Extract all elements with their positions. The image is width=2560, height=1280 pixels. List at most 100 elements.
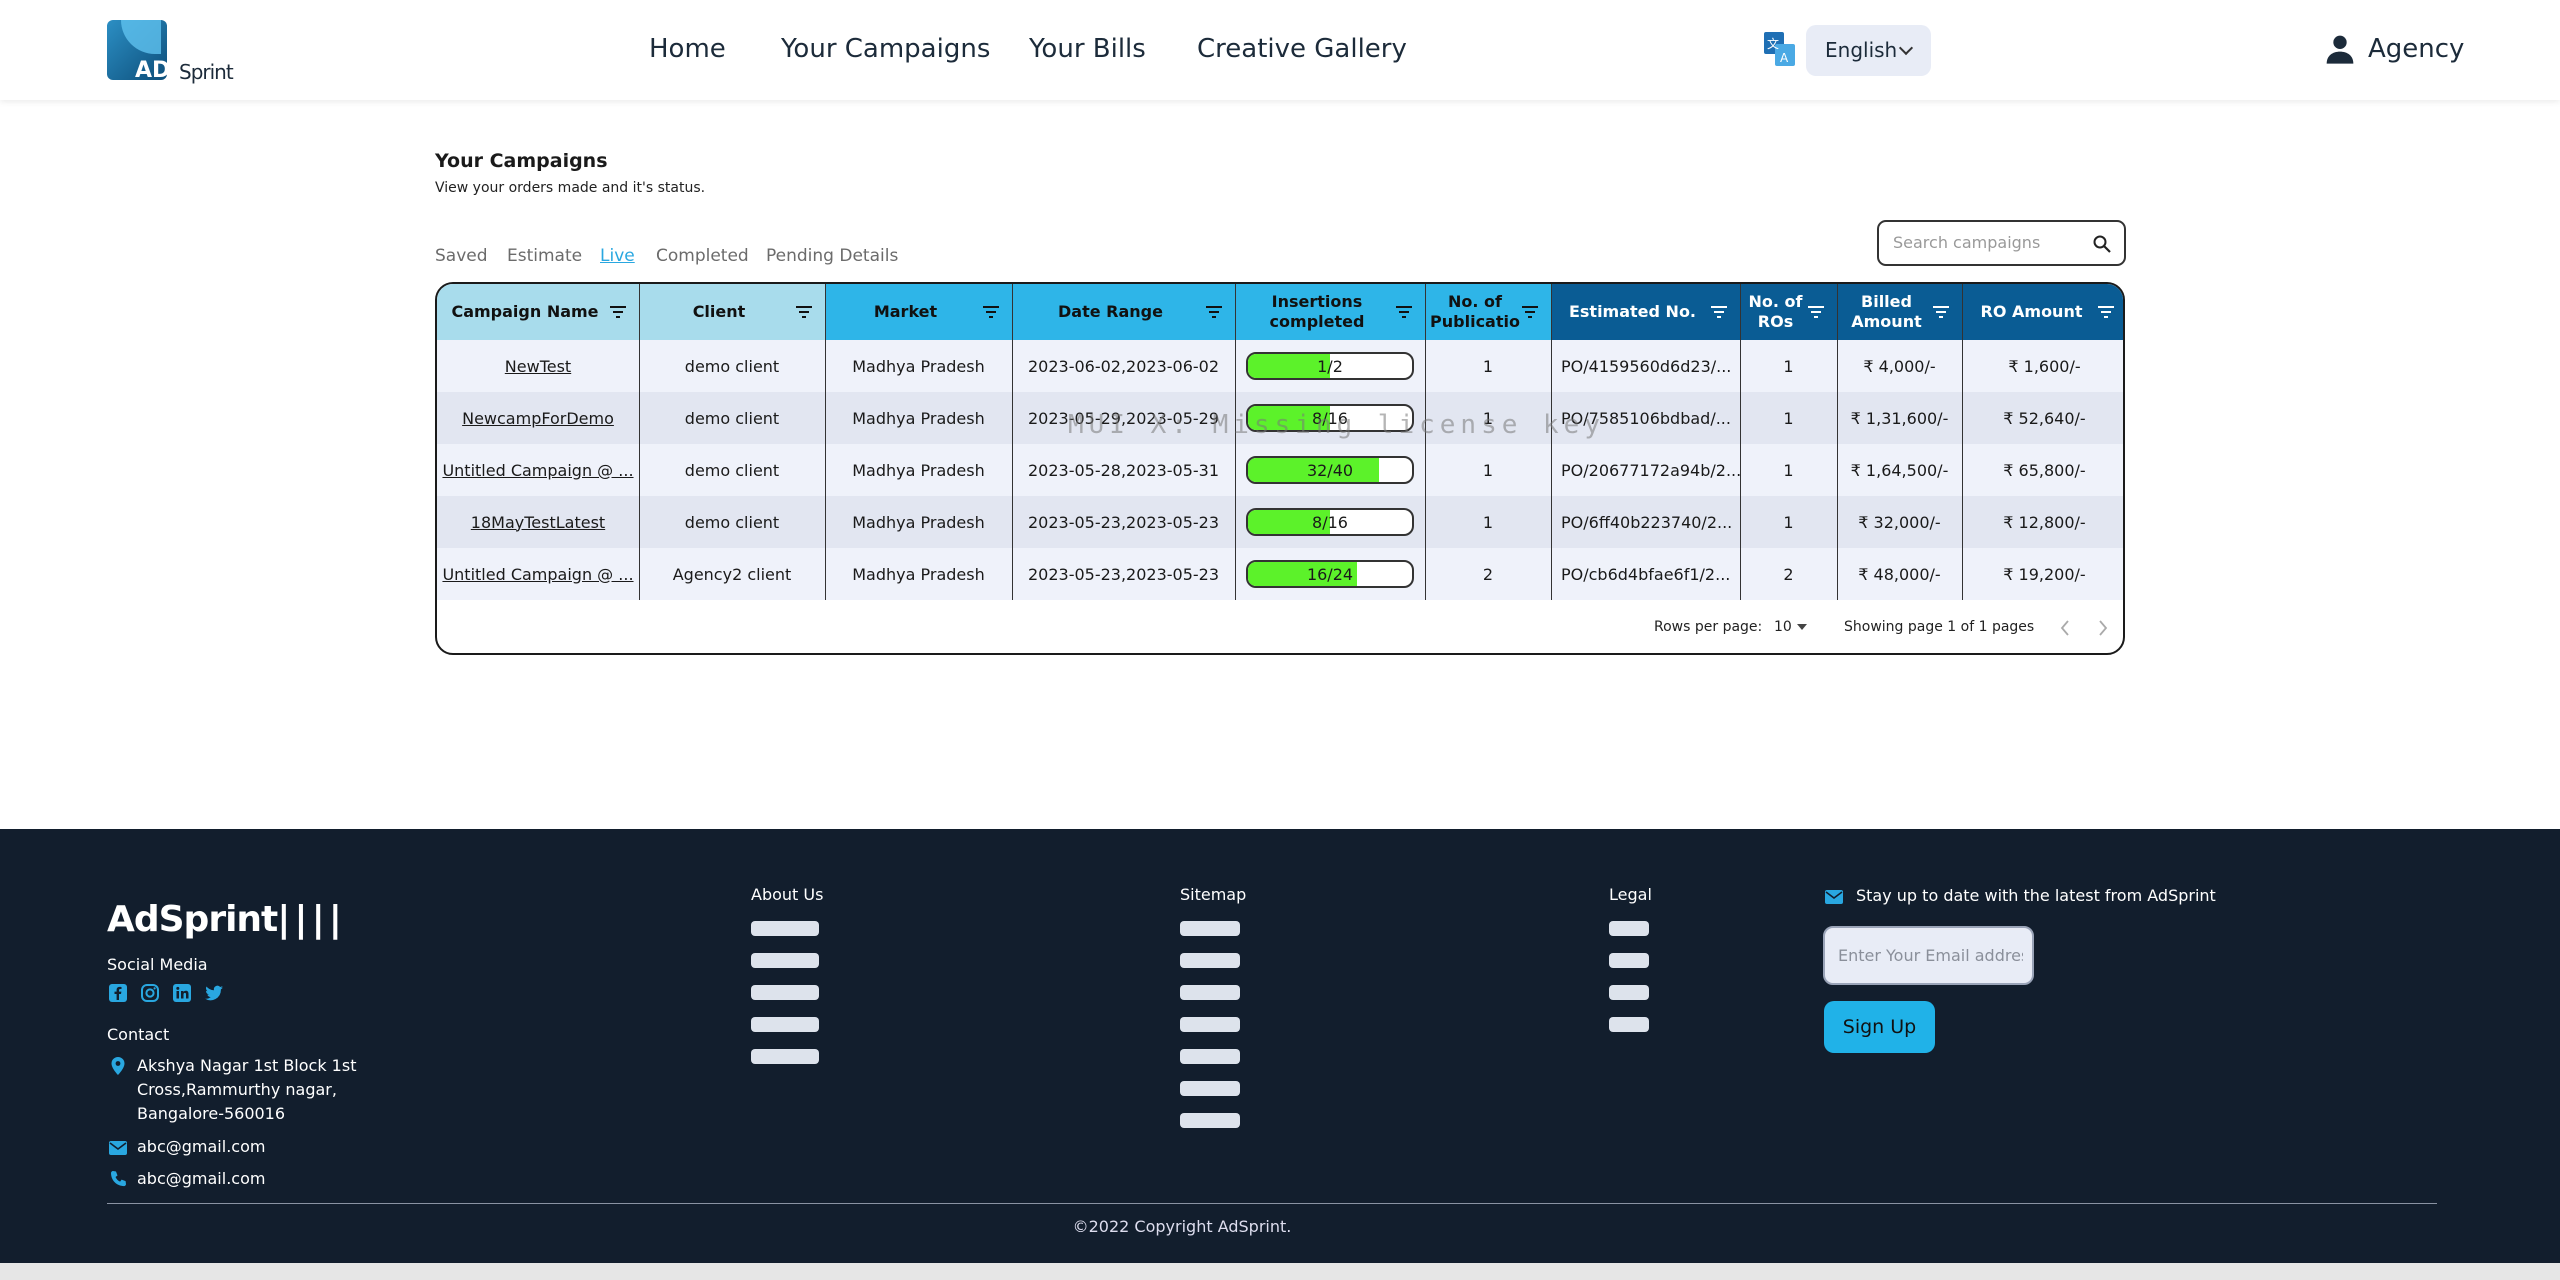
table-row[interactable]: NewTest demo client Madhya Pradesh 2023-06-… <box>437 340 2123 392</box>
column-header-market[interactable]: Market <box>825 284 1012 340</box>
about-us-link-placeholder[interactable] <box>751 985 819 1000</box>
cell-ro-amount: ₹ 52,640/- <box>2003 408 2086 428</box>
filter-icon[interactable] <box>1521 304 1539 320</box>
prev-page-icon[interactable] <box>2058 618 2072 638</box>
column-header-label: RO Amount <box>1980 302 2083 321</box>
column-divider <box>1425 284 1426 600</box>
search-input[interactable] <box>1893 233 2083 252</box>
person-icon[interactable] <box>2324 33 2356 65</box>
footer: AdSprint|||| Social Media Contact Akshya… <box>0 829 2560 1280</box>
about-us-title: About Us <box>751 885 824 904</box>
nav-your-campaigns[interactable]: Your Campaigns <box>781 34 990 64</box>
footer-brand-text: AdSprint <box>107 899 278 940</box>
twitter-icon[interactable] <box>204 983 224 1003</box>
instagram-icon[interactable] <box>140 983 160 1003</box>
nav-home[interactable]: Home <box>649 34 726 64</box>
column-header-no-of-publications[interactable]: No. of Publicatio <box>1425 284 1551 340</box>
table-row[interactable]: Untitled Campaign @ ... Agency2 client Mad… <box>437 548 2123 600</box>
sitemap-link-placeholder[interactable] <box>1180 985 1240 1000</box>
cell-ro-amount: ₹ 1,600/- <box>2008 356 2081 376</box>
tab-pending-details[interactable]: Pending Details <box>766 246 898 266</box>
footer-phone[interactable]: abc@gmail.com <box>137 1167 265 1191</box>
facebook-icon[interactable] <box>108 983 128 1003</box>
filter-icon[interactable] <box>2097 304 2115 320</box>
about-us-link-placeholder[interactable] <box>751 953 819 968</box>
user-account-label[interactable]: Agency <box>2368 34 2464 64</box>
nav-creative-gallery[interactable]: Creative Gallery <box>1197 34 1407 64</box>
sitemap-link-placeholder[interactable] <box>1180 953 1240 968</box>
column-header-ro-amount[interactable]: RO Amount <box>1962 284 2123 340</box>
filter-icon[interactable] <box>1807 304 1825 320</box>
column-header-label: Billed Amount <box>1851 292 1922 331</box>
column-header-billed-amount[interactable]: Billed Amount <box>1837 284 1962 340</box>
language-select[interactable]: English <box>1806 25 1931 76</box>
sitemap-link-placeholder[interactable] <box>1180 921 1240 936</box>
legal-link-placeholder[interactable] <box>1609 921 1649 936</box>
address-line-1: Akshya Nagar 1st Block 1st <box>137 1056 357 1075</box>
legal-link-placeholder[interactable] <box>1609 1017 1649 1032</box>
filter-icon[interactable] <box>1932 304 1950 320</box>
cell-campaign-name[interactable]: Untitled Campaign @ ... <box>437 548 639 600</box>
cell-no-of-ros: 1 <box>1783 460 1794 480</box>
svg-text:文: 文 <box>1767 36 1779 51</box>
sitemap-link-placeholder[interactable] <box>1180 1017 1240 1032</box>
rows-per-page-select[interactable]: 10 <box>1774 619 1792 635</box>
filter-icon[interactable] <box>1395 304 1413 320</box>
cell-client: demo client <box>684 512 780 532</box>
caret-down-icon[interactable] <box>1797 624 1807 630</box>
column-header-campaign-name[interactable]: Campaign Name <box>437 284 639 340</box>
filter-icon[interactable] <box>982 304 1000 320</box>
filter-icon[interactable] <box>609 304 627 320</box>
filter-icon[interactable] <box>1710 304 1728 320</box>
about-us-link-placeholder[interactable] <box>751 1017 819 1032</box>
tab-estimate[interactable]: Estimate <box>507 246 582 266</box>
filter-icon[interactable] <box>795 304 813 320</box>
filter-icon[interactable] <box>1205 304 1223 320</box>
sitemap-link-placeholder[interactable] <box>1180 1113 1240 1128</box>
column-divider <box>1837 284 1838 600</box>
legal-link-placeholder[interactable] <box>1609 953 1649 968</box>
table-pagination: Rows per page: 10 Showing page 1 of 1 pa… <box>437 600 2123 653</box>
about-us-link-placeholder[interactable] <box>751 921 819 936</box>
tab-saved[interactable]: Saved <box>435 246 488 266</box>
search-icon[interactable] <box>2092 234 2112 254</box>
cell-market: Madhya Pradesh <box>852 356 985 376</box>
cell-no-of-ros: 1 <box>1783 512 1794 532</box>
column-header-estimated-no[interactable]: Estimated No. <box>1551 284 1740 340</box>
column-header-label: Campaign Name <box>451 302 599 321</box>
campaigns-table: Campaign Name Client Market Date Range Inser… <box>435 282 2125 655</box>
tab-live[interactable]: Live <box>600 246 635 266</box>
column-divider <box>1962 284 1963 600</box>
column-header-client[interactable]: Client <box>639 284 825 340</box>
linkedin-icon[interactable] <box>172 983 192 1003</box>
footer-email[interactable]: abc@gmail.com <box>137 1135 265 1159</box>
column-header-date-range[interactable]: Date Range <box>1012 284 1235 340</box>
tab-completed[interactable]: Completed <box>656 246 749 266</box>
cell-no-of-publications: 1 <box>1482 460 1494 480</box>
contact-label: Contact <box>107 1025 170 1044</box>
cell-campaign-name[interactable]: 18MayTestLatest <box>437 496 639 548</box>
column-header-no-of-ros[interactable]: No. of ROs <box>1740 284 1837 340</box>
location-pin-icon <box>111 1057 125 1075</box>
cell-campaign-name[interactable]: Untitled Campaign @ ... <box>437 444 639 496</box>
sitemap-link-placeholder[interactable] <box>1180 1081 1240 1096</box>
table-row[interactable]: Untitled Campaign @ ... demo client Madhya… <box>437 444 2123 496</box>
sign-up-button[interactable]: Sign Up <box>1824 1001 1935 1053</box>
address-line-2: Cross,Rammurthy nagar, <box>137 1080 337 1099</box>
page-subtitle: View your orders made and it's status. <box>435 180 706 196</box>
about-us-link-placeholder[interactable] <box>751 1049 819 1064</box>
cell-campaign-name[interactable]: NewcampForDemo <box>437 392 639 444</box>
cell-estimated-no: PO/20677172a94b/2... <box>1561 460 1740 480</box>
cell-campaign-name[interactable]: NewTest <box>437 340 639 392</box>
adsprint-logo[interactable]: AD Sprint <box>107 20 234 84</box>
nav-your-bills[interactable]: Your Bills <box>1029 34 1146 64</box>
cell-billed-amount: ₹ 1,31,600/- <box>1850 408 1949 428</box>
table-row[interactable]: 18MayTestLatest demo client Madhya Pradesh… <box>437 496 2123 548</box>
sitemap-link-placeholder[interactable] <box>1180 1049 1240 1064</box>
next-page-icon[interactable] <box>2096 618 2110 638</box>
column-header-insertions-completed[interactable]: Insertions completed <box>1235 284 1425 340</box>
legal-link-placeholder[interactable] <box>1609 985 1649 1000</box>
cell-estimated-no: PO/cb6d4bfae6f1/2... <box>1561 564 1731 584</box>
cell-ro-amount: ₹ 19,200/- <box>2003 564 2086 584</box>
newsletter-email-input[interactable] <box>1838 946 2023 965</box>
